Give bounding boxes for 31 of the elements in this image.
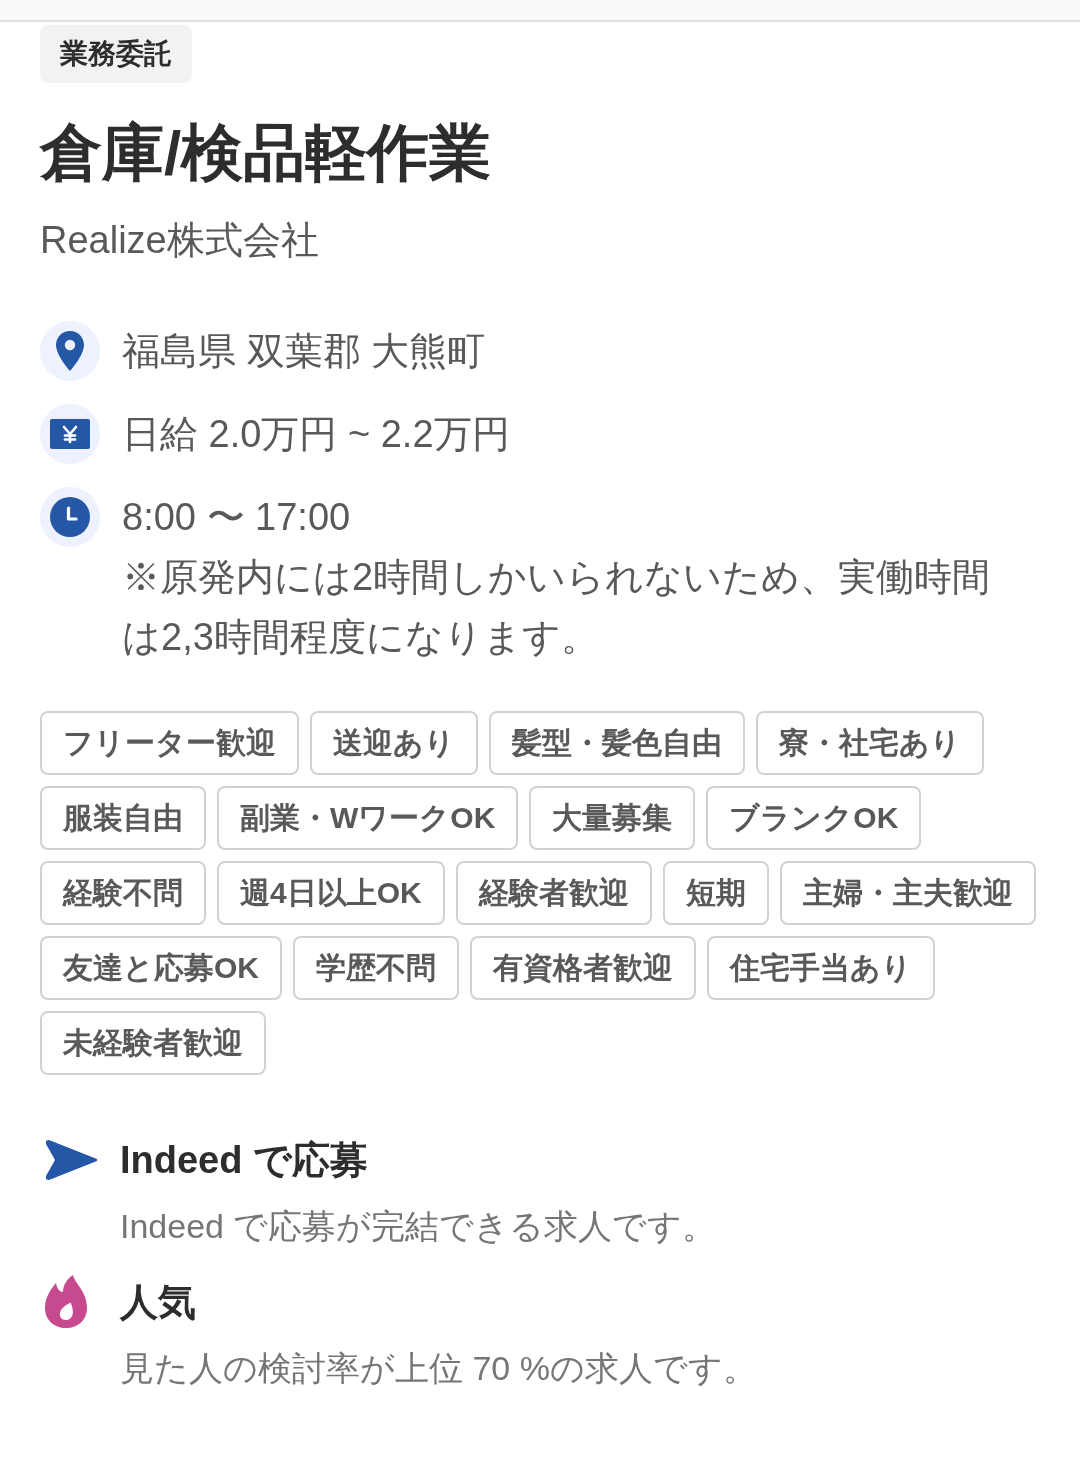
company-name: Realize株式会社 <box>40 217 320 263</box>
detail-note: ※原発内には2時間しかいられないため、実働時間は2,3時間程度になります。 <box>122 554 992 660</box>
attribute-tag: ブランクOK <box>706 785 922 850</box>
attribute-tag: 副業・WワークOK <box>217 785 519 850</box>
attribute-tag: 主婦・主夫歓迎 <box>779 860 1036 925</box>
attribute-tag: 送迎あり <box>310 710 478 775</box>
detail-text: 福島県 双葉郡 大熊町 <box>122 328 487 374</box>
attribute-tag: 寮・社宅あり <box>756 710 984 775</box>
detail-text: 8:00 〜 17:00 <box>122 494 352 540</box>
attribute-tag: 経験不問 <box>40 860 206 925</box>
detail-text: 日給 2.0万円 ~ 2.2万円 <box>122 411 511 457</box>
attribute-tag: 友達と応募OK <box>40 935 282 1000</box>
job-title: 倉庫/検品軽作業 <box>40 117 493 189</box>
attribute-tag: 未経験者歓迎 <box>40 1010 266 1075</box>
feature-description: Indeed で応募が完結できる求人です。 <box>120 1205 717 1247</box>
attribute-tag: 短期 <box>662 860 769 925</box>
flame-icon <box>45 1275 87 1328</box>
feature-title: 人気 <box>120 1279 197 1325</box>
attribute-tag: 有資格者歓迎 <box>470 935 696 1000</box>
feature-title: Indeed で応募 <box>120 1137 370 1183</box>
attribute-tag: 髪型・髪色自由 <box>489 710 745 775</box>
feature-description: 見た人の検討率が上位 70 %の求人です。 <box>120 1347 757 1389</box>
job-type-tag: 業務委託 <box>40 25 192 83</box>
attribute-tag: 服装自由 <box>40 785 206 850</box>
attribute-tag: 週4日以上OK <box>217 860 445 925</box>
attribute-tag: 経験者歓迎 <box>455 860 652 925</box>
attribute-tag: 学歴不問 <box>293 935 459 1000</box>
attribute-tag: 住宅手当あり <box>707 935 935 1000</box>
send-arrow-icon <box>45 1139 97 1180</box>
attribute-tag: フリーター歓迎 <box>40 710 299 775</box>
attribute-tag: 大量募集 <box>529 785 696 850</box>
